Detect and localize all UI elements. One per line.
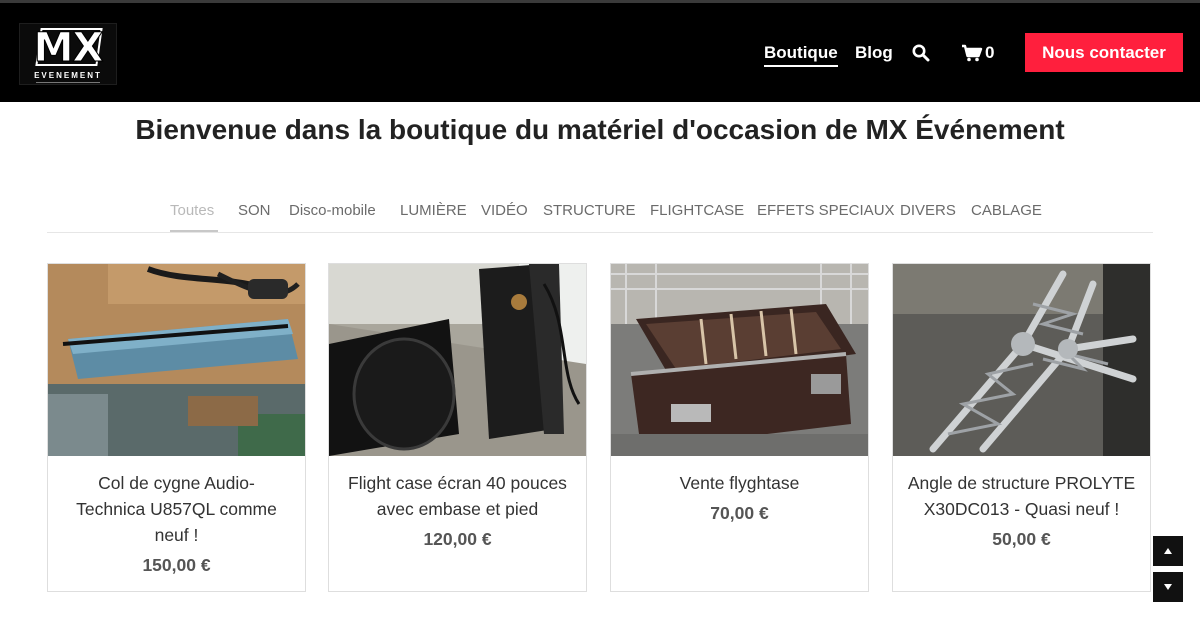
- logo-subtext: EVENEMENT: [34, 71, 102, 80]
- contact-button[interactable]: Nous contacter: [1025, 33, 1183, 72]
- product-title-line: avec embase et pied: [376, 499, 539, 519]
- logo-underline: [36, 82, 100, 83]
- filter-divers[interactable]: DIVERS: [900, 201, 956, 221]
- product-title-line: Col de cygne Audio-: [98, 473, 255, 493]
- nav-boutique[interactable]: Boutique: [764, 43, 838, 67]
- product-card[interactable]: Angle de structure PROLYTE X30DC013 - Qu…: [892, 263, 1151, 592]
- product-title[interactable]: Vente flyghtase: [623, 470, 856, 496]
- active-filter-indicator: [170, 230, 218, 232]
- mx-evenement-logo[interactable]: MX EVENEMENT: [19, 23, 117, 85]
- product-price: 50,00 €: [992, 529, 1051, 549]
- filters-divider: [47, 232, 1153, 233]
- logo-mark: MX: [33, 25, 104, 71]
- product-title[interactable]: Flight case écran 40 pouces avec embase …: [341, 470, 574, 522]
- product-price: 70,00 €: [710, 503, 769, 523]
- product-image-prolyte-truss[interactable]: [893, 264, 1150, 456]
- page-title: Bienvenue dans la boutique du matériel d…: [135, 114, 1065, 145]
- product-title-line: Flight case écran 40 pouces: [348, 473, 567, 493]
- product-card[interactable]: Col de cygne Audio- Technica U857QL comm…: [47, 263, 306, 592]
- filter-video[interactable]: VIDÉO: [481, 201, 528, 221]
- cart-icon[interactable]: [961, 44, 983, 64]
- product-title-line: Vente flyghtase: [679, 473, 800, 493]
- nav-blog[interactable]: Blog: [855, 43, 893, 63]
- filter-structure[interactable]: STRUCTURE: [543, 201, 636, 221]
- filter-flightcase[interactable]: FLIGHTCASE: [650, 201, 744, 221]
- product-title-line: X30DC013 - Quasi neuf !: [923, 499, 1120, 519]
- product-image-gooseneck-mic[interactable]: [48, 264, 305, 456]
- product-card[interactable]: Vente flyghtase 70,00 €: [610, 263, 869, 592]
- filter-toutes[interactable]: Toutes: [170, 201, 214, 221]
- arrow-down-icon: [1163, 578, 1173, 596]
- filter-son[interactable]: SON: [238, 201, 271, 221]
- site-header: MX EVENEMENT Boutique Blog 0 Nous contac…: [0, 3, 1200, 102]
- product-title-line: Technica U857QL comme: [76, 499, 277, 519]
- product-price: 150,00 €: [142, 555, 211, 575]
- filter-lumiere[interactable]: LUMIÈRE: [400, 201, 467, 221]
- product-price: 120,00 €: [423, 529, 492, 549]
- scroll-down-button[interactable]: [1153, 572, 1183, 602]
- arrow-up-icon: [1163, 542, 1173, 560]
- cart-count[interactable]: 0: [985, 43, 994, 63]
- product-image-flightcase[interactable]: [611, 264, 868, 456]
- product-title-line: neuf !: [154, 525, 199, 545]
- product-card[interactable]: Flight case écran 40 pouces avec embase …: [328, 263, 587, 592]
- product-title-line: Angle de structure PROLYTE: [907, 473, 1136, 493]
- category-filters: Toutes SON Disco-mobile LUMIÈRE VIDÉO ST…: [0, 201, 1200, 223]
- product-title[interactable]: Col de cygne Audio- Technica U857QL comm…: [60, 470, 293, 548]
- filter-disco-mobile[interactable]: Disco-mobile: [289, 201, 376, 221]
- scroll-up-button[interactable]: [1153, 536, 1183, 566]
- filter-cablage[interactable]: CABLAGE: [971, 201, 1042, 221]
- product-image-flight-case-screen[interactable]: [329, 264, 586, 456]
- search-icon[interactable]: [912, 44, 932, 64]
- filter-effets-speciaux[interactable]: EFFETS SPECIAUX: [757, 201, 895, 221]
- product-title[interactable]: Angle de structure PROLYTE X30DC013 - Qu…: [905, 470, 1138, 522]
